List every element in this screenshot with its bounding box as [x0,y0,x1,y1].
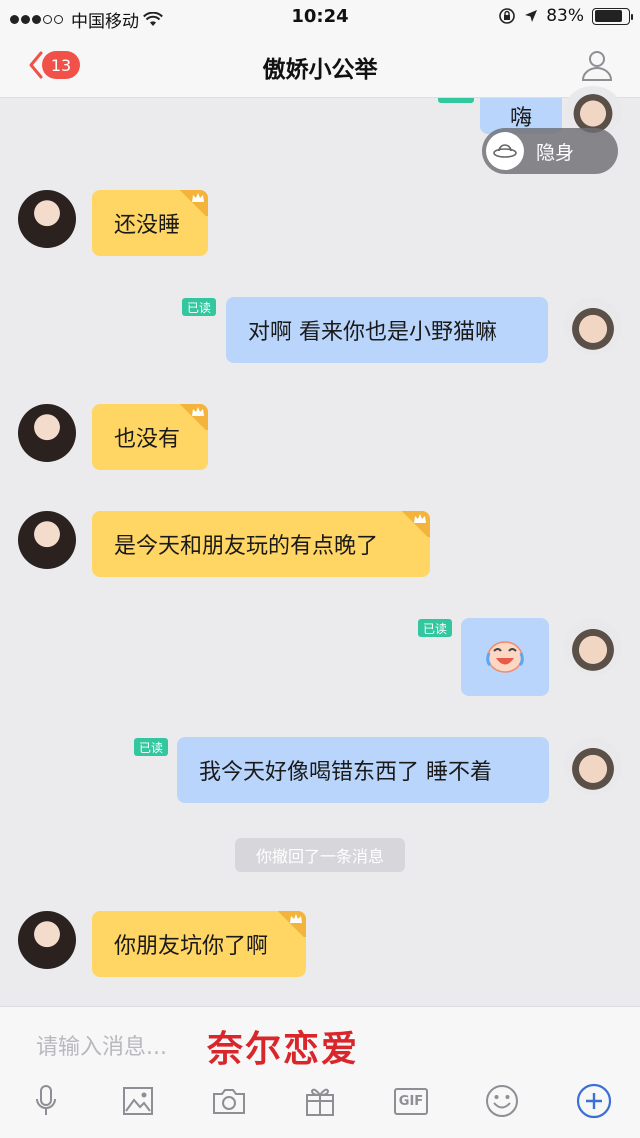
ufo-icon [486,132,524,170]
message-input[interactable]: 请输入消息... [36,1029,167,1061]
my-avatar[interactable] [564,618,622,676]
message-bubble-outgoing[interactable]: 我今天好像喝错东西了 睡不着 [177,737,549,803]
voice-button[interactable] [26,1081,66,1121]
message-text: 对啊 看来你也是小野猫嘛 [248,320,497,345]
contact-avatar[interactable] [18,404,76,462]
message-text: 你朋友坑你了啊 [114,934,269,959]
message-text: 我今天好像喝错东西了 睡不着 [199,760,492,785]
battery-icon [592,7,633,25]
emoji-button[interactable] [482,1081,522,1121]
crown-icon [178,404,208,430]
gift-icon [306,1088,334,1116]
status-bar: 中国移动 10:24 83% [0,0,640,34]
message-text: 也没有 [114,427,181,452]
read-tag [438,98,474,103]
plus-icon [576,1083,612,1119]
watermark: 奈尔恋爱 [207,1028,360,1070]
page-title: 傲娇小公举 [262,57,378,83]
rotation-lock-icon [499,8,516,24]
emoji-icon [486,1085,518,1117]
gift-button[interactable] [300,1081,340,1121]
contact-avatar[interactable] [18,911,76,969]
contact-avatar[interactable] [18,511,76,569]
recall-notice: 你撤回了一条消息 [235,838,405,872]
location-icon [525,10,538,22]
camera-icon [213,1089,245,1114]
gif-icon: GIF [393,1087,429,1115]
more-button[interactable] [574,1081,614,1121]
message-bubble-incoming[interactable]: 也没有 [92,404,208,470]
image-icon [123,1087,153,1115]
message-bubble-incoming[interactable]: 是今天和朋友玩的有点晚了 [92,511,430,577]
input-toolbar: GIF [0,1081,640,1129]
crown-icon [276,911,306,937]
input-bar: 请输入消息... 奈尔恋爱 GIF [0,1006,640,1138]
chat-header: 13 傲娇小公举 [0,34,640,98]
message-text: 还没睡 [114,213,181,238]
message-bubble-incoming[interactable]: 你朋友坑你了啊 [92,911,306,977]
my-avatar[interactable] [564,297,622,355]
crown-icon [178,190,208,216]
camera-button[interactable] [209,1081,249,1121]
image-button[interactable] [118,1081,158,1121]
stealth-toggle[interactable]: 隐身 [482,128,618,174]
contact-avatar[interactable] [18,190,76,248]
message-bubble-outgoing[interactable]: 对啊 看来你也是小野猫嘛 [226,297,548,363]
my-avatar[interactable] [564,737,622,795]
crown-icon [400,511,430,537]
message-bubble-incoming[interactable]: 还没睡 [92,190,208,256]
person-icon [581,51,613,81]
profile-button[interactable] [580,48,614,86]
message-bubble-outgoing[interactable] [461,618,549,696]
battery-percent: 83% [546,6,584,26]
read-tag: 已读 [182,298,217,316]
gif-button[interactable]: GIF [391,1081,431,1121]
read-tag: 已读 [418,619,453,637]
laughing-crying-emoji [486,641,524,673]
message-text: 是今天和朋友玩的有点晚了 [114,534,379,559]
read-tag: 已读 [134,738,169,756]
microphone-icon [36,1085,56,1115]
stealth-label: 隐身 [536,141,575,164]
